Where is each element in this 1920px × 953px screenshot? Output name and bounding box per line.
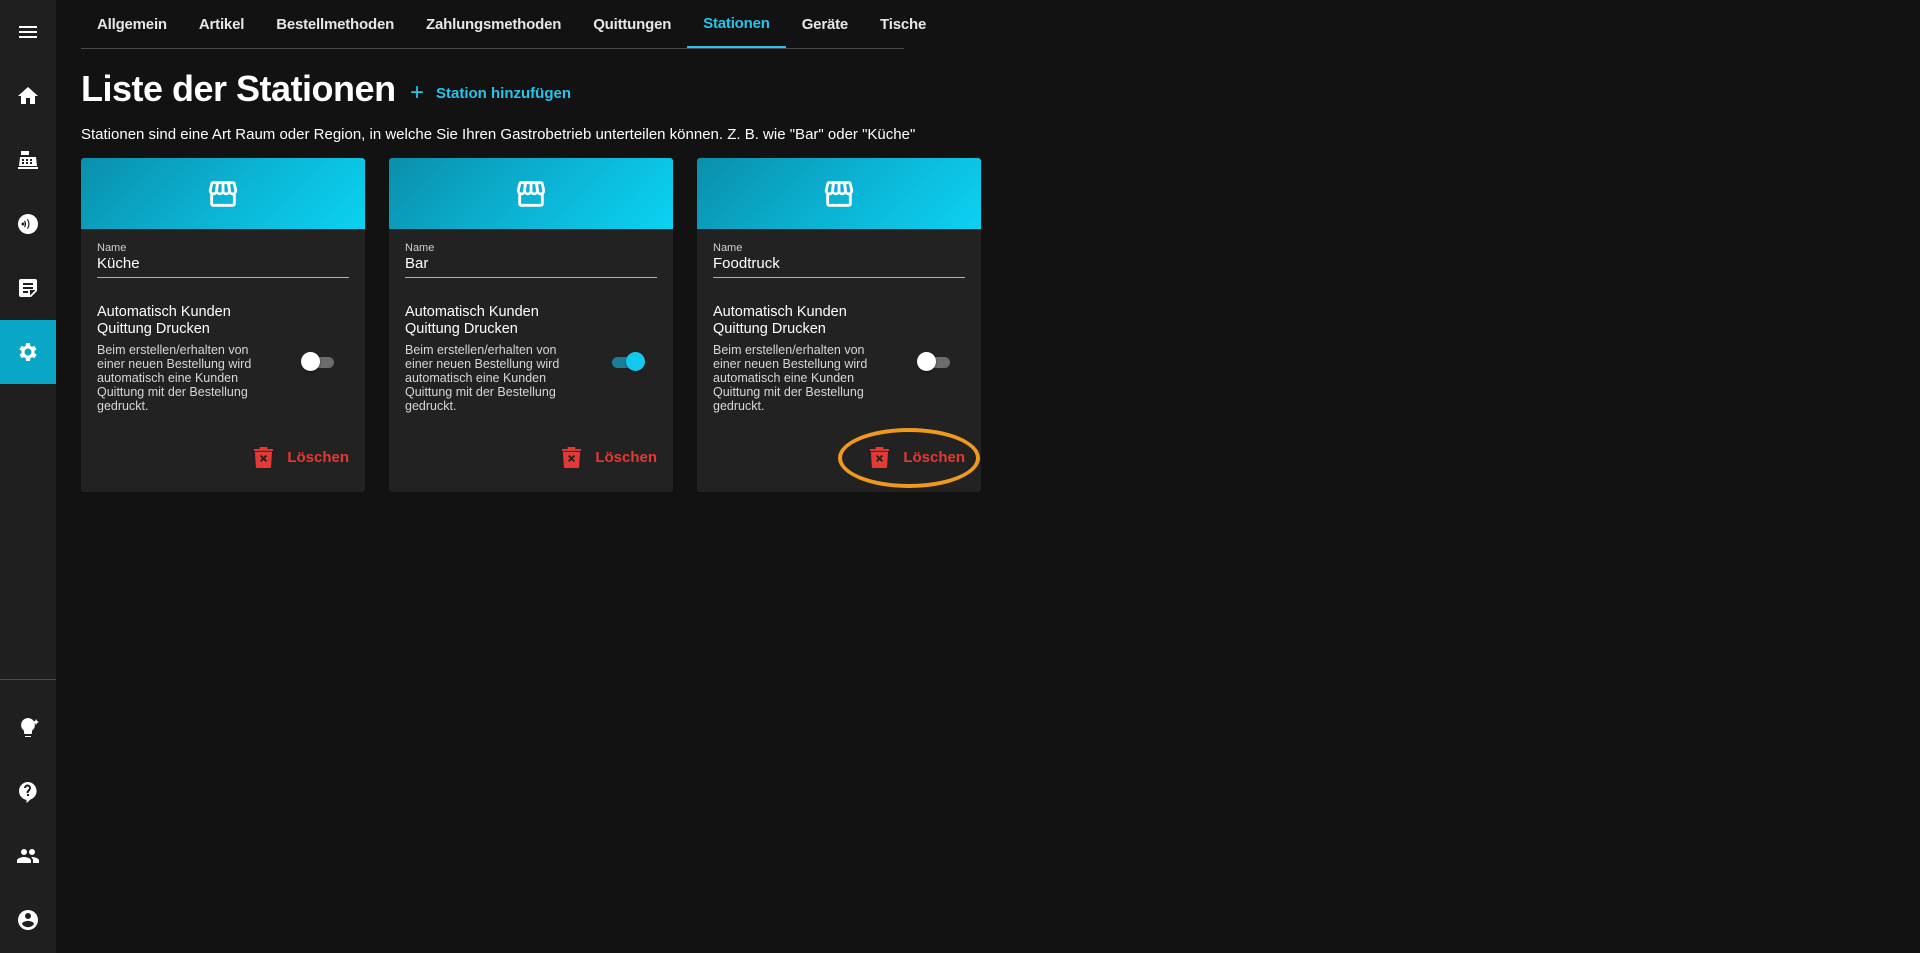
sidebar-item-orders[interactable] [0,256,56,320]
menu-button[interactable] [0,0,56,64]
tab-stationen[interactable]: Stationen [687,0,786,48]
sidebar-item-settings[interactable] [0,320,56,384]
delete-label: Löschen [903,448,965,466]
add-station-button[interactable]: + Station hinzufügen [404,78,577,108]
sidebar-item-help[interactable] [0,760,56,824]
auto-print-title: Automatisch Kunden Quittung Drucken [405,304,539,337]
sidebar-item-tips[interactable] [0,696,56,760]
station-card-header [81,158,365,229]
tab-zahlungsmethoden[interactable]: Zahlungsmethoden [410,0,577,48]
name-label: Name [405,242,435,254]
auto-print-title: Automatisch Kunden Quittung Drucken [713,304,847,337]
sidebar [0,0,56,953]
auto-print-title: Automatisch Kunden Quittung Drucken [97,304,231,337]
delete-station-button[interactable]: Löschen [870,445,965,469]
users-icon [17,849,39,863]
auto-print-toggle[interactable] [609,351,645,373]
auto-print-toggle[interactable] [301,351,337,373]
gear-icon [19,343,37,361]
station-name-field[interactable]: Name Küche [97,242,349,278]
delete-station-button[interactable]: Löschen [254,445,349,469]
station-name-field[interactable]: Name Foodtruck [713,242,965,278]
tab-allgemein[interactable]: Allgemein [81,0,183,48]
lightbulb-icon [21,718,39,737]
delete-label: Löschen [287,448,349,466]
plus-icon: + [410,79,425,106]
auto-print-toggle[interactable] [917,351,953,373]
order-notes-icon [19,279,37,297]
sidebar-divider [0,679,56,680]
tab-geraete[interactable]: Geräte [786,0,864,48]
station-card: Name Bar Automatisch Kunden Quittung Dru… [389,158,673,492]
page-description: Stationen sind eine Art Raum oder Region… [81,126,916,143]
auto-print-description: Beim erstellen/erhalten von einer neuen … [97,343,252,413]
sidebar-item-users[interactable] [0,824,56,888]
storefront-icon [516,180,546,207]
settings-tabs: Allgemein Artikel Bestellmethoden Zahlun… [81,0,926,49]
page-title: Liste der Stationen [81,68,396,109]
sidebar-item-home[interactable] [0,64,56,128]
menu-icon [19,26,37,38]
toggle-thumb [301,352,320,371]
station-name-value[interactable]: Küche [97,255,349,273]
storefront-icon [208,180,238,207]
toggle-thumb [626,352,645,371]
station-name-field[interactable]: Name Bar [405,242,657,278]
delete-icon [870,446,890,468]
auto-print-description: Beim erstellen/erhalten von einer neuen … [713,343,868,413]
station-card-header [697,158,981,229]
delete-station-button[interactable]: Löschen [562,445,657,469]
nfc-icon [18,214,38,234]
tab-quittungen[interactable]: Quittungen [577,0,687,48]
tab-tische[interactable]: Tische [864,0,942,48]
tab-bestellmethoden[interactable]: Bestellmethoden [260,0,410,48]
station-card: Name Küche Automatisch Kunden Quittung D… [81,158,365,492]
add-station-label: Station hinzufügen [436,84,571,102]
name-label: Name [713,242,743,254]
name-label: Name [97,242,127,254]
cash-register-icon [18,151,38,169]
delete-icon [254,446,274,468]
tab-artikel[interactable]: Artikel [183,0,260,48]
toggle-thumb [917,352,936,371]
delete-icon [562,446,582,468]
sidebar-item-account[interactable] [0,888,56,952]
help-icon [19,782,37,803]
auto-print-description: Beim erstellen/erhalten von einer neuen … [405,343,560,413]
delete-label: Löschen [595,448,657,466]
sidebar-item-cash-register[interactable] [0,128,56,192]
station-card-header [389,158,673,229]
station-card: Name Foodtruck Automatisch Kunden Quittu… [697,158,981,492]
account-icon [18,910,38,930]
station-name-value[interactable]: Bar [405,255,657,273]
sidebar-item-nfc[interactable] [0,192,56,256]
storefront-icon [824,180,854,207]
station-name-value[interactable]: Foodtruck [713,255,965,273]
home-icon [18,87,38,104]
